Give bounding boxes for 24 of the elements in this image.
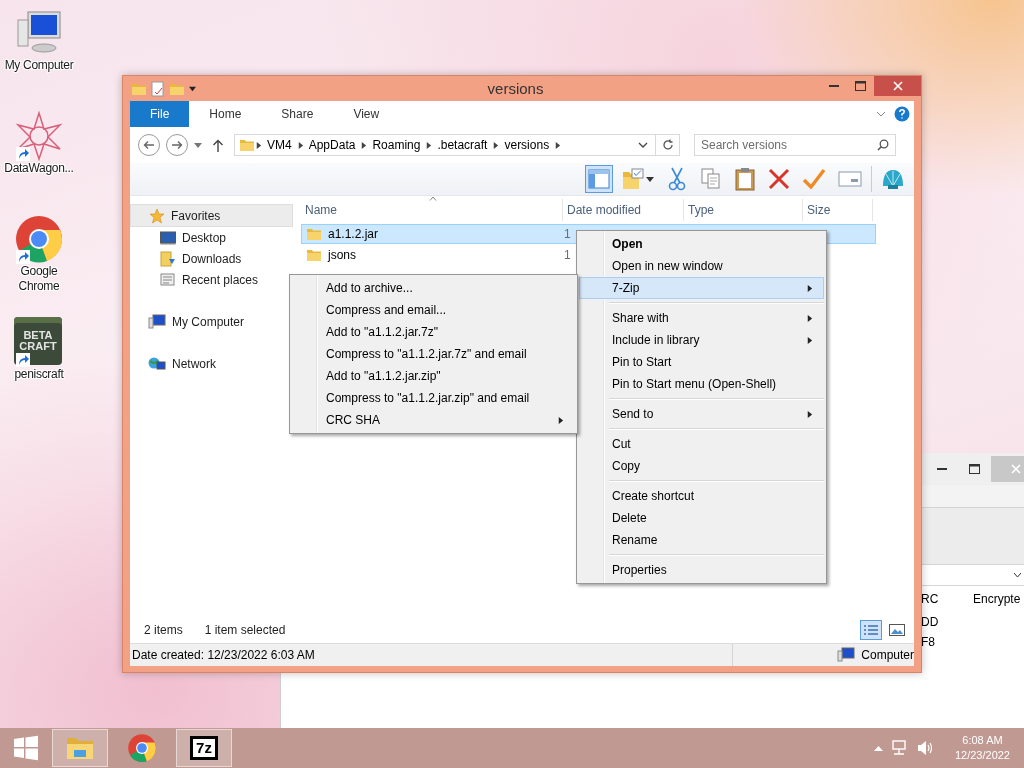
nav-item-label: Desktop xyxy=(182,230,227,245)
nav-item-label: Downloads xyxy=(182,251,242,266)
nav-item-label: Favorites xyxy=(171,208,221,223)
table-cell-text: DD xyxy=(921,614,939,631)
nav-item-label: Recent places xyxy=(182,272,259,287)
column-header: RC xyxy=(921,592,940,606)
file-name: jsons xyxy=(328,248,356,262)
seven-zip-logo: 7z xyxy=(190,736,218,760)
nav-item-label: My Computer xyxy=(172,314,245,329)
clock-time: 6:08 AM xyxy=(962,733,1003,748)
details-text: Date created: 12/23/2022 6:03 AM xyxy=(132,644,734,666)
nav-item-label: Network xyxy=(172,356,216,371)
item-count: 2 items xyxy=(144,623,183,637)
logo-text: BETA xyxy=(23,330,53,341)
table-cell-text: F8 xyxy=(921,634,935,651)
column-header: Encrypte xyxy=(973,592,1022,606)
window-title: versions xyxy=(486,80,545,97)
file-date: 1 xyxy=(564,227,572,241)
clock-date: 12/23/2022 xyxy=(954,748,1010,763)
zone-label: Computer xyxy=(861,648,914,662)
file-date: 1 xyxy=(564,248,572,262)
file-name: a1.1.2.jar xyxy=(328,227,379,241)
logo-text: CRAFT xyxy=(19,341,57,352)
selection-count: 1 item selected xyxy=(204,623,286,637)
